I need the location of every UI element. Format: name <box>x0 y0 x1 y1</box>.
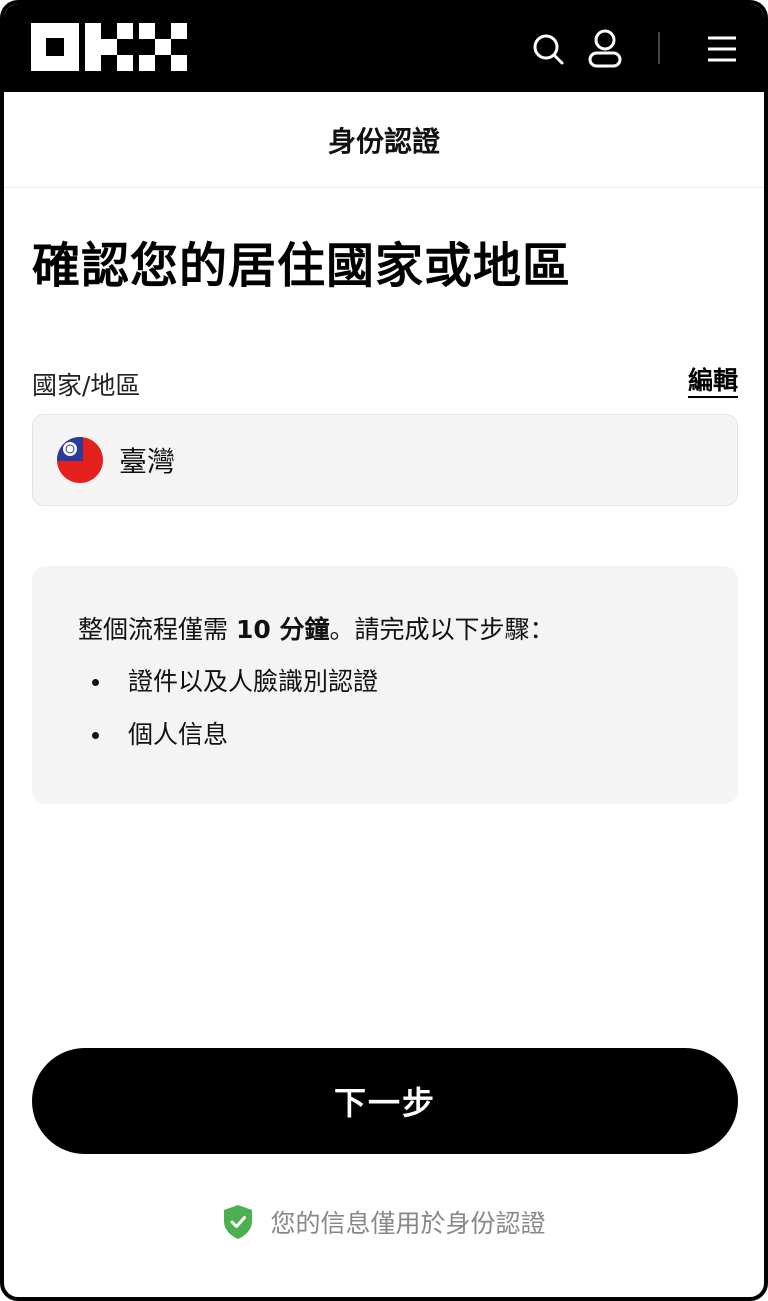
info-box: 整個流程僅需 10 分鐘。請完成以下步驟： 證件以及人臉識別認證 個人信息 <box>32 566 738 804</box>
app-frame: 身份認證 確認您的居住國家或地區 國家/地區 編輯 臺灣 整個流程僅需 10 分… <box>0 0 768 1301</box>
okx-logo-icon[interactable] <box>31 23 187 71</box>
page-header: 身份認證 <box>4 92 764 188</box>
list-item: 證件以及人臉識別認證 <box>78 664 738 700</box>
steps-list: 證件以及人臉識別認證 個人信息 <box>78 664 738 753</box>
list-item: 個人信息 <box>78 717 738 753</box>
page-title: 確認您的居住國家或地區 <box>32 238 572 294</box>
country-label: 國家/地區 <box>32 371 141 400</box>
search-icon[interactable] <box>528 26 568 70</box>
shield-check-icon <box>224 1205 253 1239</box>
header-title: 身份認證 <box>327 124 440 158</box>
privacy-text: 您的信息僅用於身份認證 <box>270 1209 546 1238</box>
edit-link[interactable]: 編輯 <box>687 366 738 398</box>
menu-icon[interactable] <box>702 26 742 70</box>
top-bar <box>4 4 764 92</box>
country-select[interactable]: 臺灣 <box>32 414 738 506</box>
user-icon[interactable] <box>584 26 626 72</box>
taiwan-flag-icon <box>57 437 103 483</box>
info-intro: 整個流程僅需 10 分鐘。請完成以下步驟： <box>78 615 555 644</box>
next-button[interactable]: 下一步 <box>32 1048 738 1154</box>
country-name: 臺灣 <box>119 445 176 478</box>
info-duration: 10 分鐘 <box>235 615 330 644</box>
privacy-note: 您的信息僅用於身份認證 <box>4 1202 764 1242</box>
topbar-divider <box>658 32 660 64</box>
